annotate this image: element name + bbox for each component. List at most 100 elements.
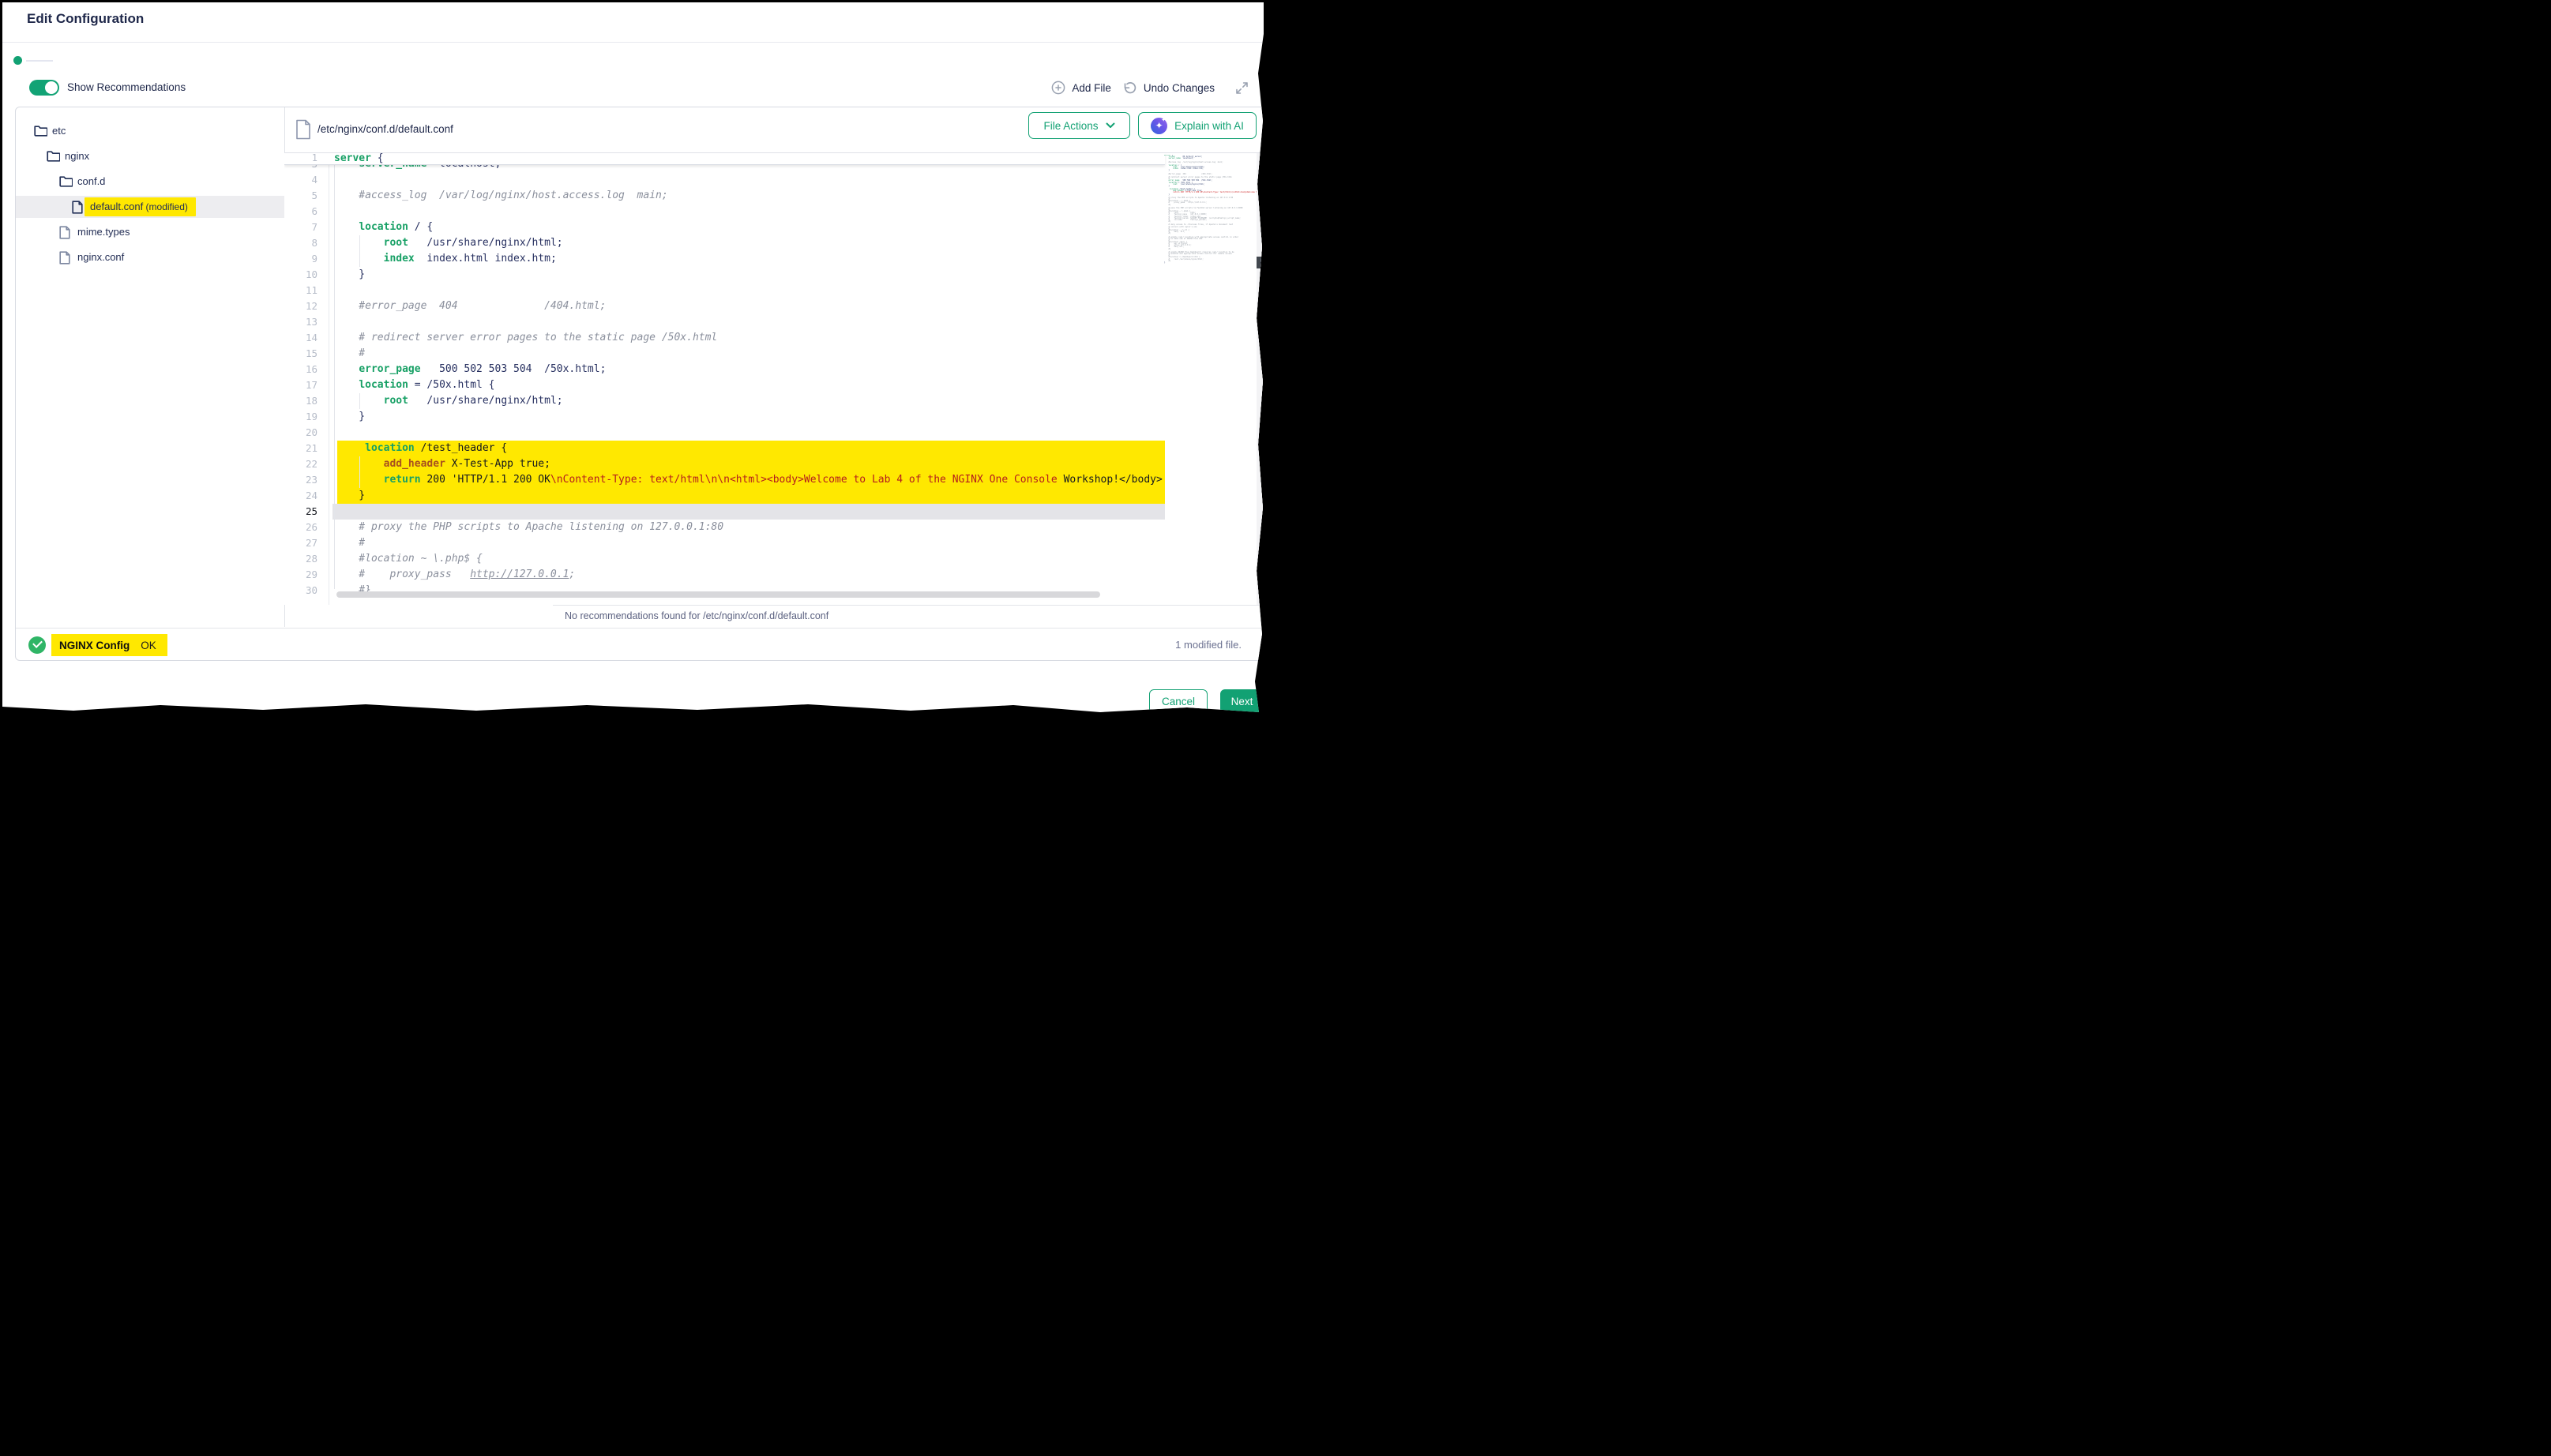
- cancel-button[interactable]: Cancel: [1149, 689, 1208, 712]
- line-number-22: 22: [284, 456, 317, 472]
- undo-changes-button[interactable]: Undo Changes: [1122, 81, 1215, 95]
- tree-item-conf.d[interactable]: conf.d: [16, 171, 284, 193]
- code-line-21[interactable]: 21 location /test_header {: [284, 441, 1264, 456]
- code-line-5[interactable]: 5 #access_log /var/log/nginx/host.access…: [284, 188, 1264, 204]
- code-line-28[interactable]: 28 #location ~ \.php$ {: [284, 551, 1264, 567]
- file-actions-label: File Actions: [1043, 120, 1098, 132]
- step-1-dot: [13, 56, 22, 65]
- code-editor: /etc/nginx/conf.d/default.conf File Acti…: [284, 107, 1264, 627]
- tree-item-label: nginx: [65, 150, 89, 162]
- code-line-25[interactable]: 25: [284, 504, 1264, 520]
- line-number-20: 20: [284, 425, 317, 441]
- vertical-scrollbar[interactable]: [1257, 153, 1264, 605]
- step-connector: [26, 60, 53, 62]
- line-number-30: 30: [284, 583, 317, 599]
- expand-icon: [1235, 81, 1249, 95]
- modified-files-count: 1 modified file.: [1175, 639, 1242, 651]
- code-line-content: return 200 'HTTP/1.1 200 OK\nContent-Typ…: [329, 472, 1170, 488]
- vertical-scrollbar-handle[interactable]: [1257, 257, 1264, 268]
- tree-item-label: mime.types: [77, 226, 130, 238]
- tree-item-nginx[interactable]: nginx: [16, 145, 284, 167]
- horizontal-scrollbar[interactable]: [336, 591, 1100, 598]
- undo-icon: [1122, 81, 1137, 95]
- code-line-6[interactable]: 6: [284, 204, 1264, 220]
- line-number-25: 25: [284, 504, 317, 520]
- code-line-10[interactable]: 10 }: [284, 267, 1264, 283]
- page-title: Edit Configuration: [27, 11, 144, 27]
- file-icon: [295, 119, 311, 140]
- dialog-footer: Cancel Next: [2, 670, 1264, 712]
- code-line-content: location / {: [329, 220, 1170, 235]
- code-line-8[interactable]: 8 root /usr/share/nginx/html;: [284, 235, 1264, 251]
- status-value: OK: [141, 640, 156, 651]
- code-line-content: }: [329, 488, 1170, 504]
- chevron-down-icon: [1106, 122, 1115, 129]
- line-number-21: 21: [284, 441, 317, 456]
- file-header: /etc/nginx/conf.d/default.conf File Acti…: [284, 107, 1264, 153]
- explain-ai-label: Explain with AI: [1174, 120, 1244, 132]
- line-number-19: 19: [284, 409, 317, 425]
- code-line-23[interactable]: 23 return 200 'HTTP/1.1 200 OK\nContent-…: [284, 472, 1264, 488]
- edit-configuration-dialog: Edit Configuration Show Recommendations …: [2, 2, 1264, 712]
- code-line-9[interactable]: 9 index index.html index.htm;: [284, 251, 1264, 267]
- file-tree: etc nginx conf.d default.conf (modified) mim…: [16, 107, 285, 627]
- line-number-23: 23: [284, 472, 317, 488]
- line-number-7: 7: [284, 220, 317, 235]
- sticky-scope-line[interactable]: 1server {: [284, 153, 1165, 165]
- line-number-18: 18: [284, 393, 317, 409]
- code-line-content: root /usr/share/nginx/html;: [329, 235, 1170, 251]
- code-line-content: }: [329, 409, 1170, 425]
- line-number-11: 11: [284, 283, 317, 298]
- next-button[interactable]: Next: [1220, 689, 1264, 712]
- line-number-1: 1: [284, 153, 317, 163]
- code-line-14[interactable]: 14 # redirect server error pages to the …: [284, 330, 1264, 346]
- file-actions-button[interactable]: File Actions: [1028, 112, 1130, 139]
- code-line-11[interactable]: 11: [284, 283, 1264, 298]
- tree-item-label: default.conf (modified): [90, 201, 196, 212]
- show-recommendations-label: Show Recommendations: [67, 81, 186, 93]
- code-line-content: # proxy_pass http://127.0.0.1;: [329, 567, 1170, 583]
- file-icon: [72, 201, 83, 214]
- code-line-12[interactable]: 12 #error_page 404 /404.html;: [284, 298, 1264, 314]
- tree-item-mime.types[interactable]: mime.types: [16, 221, 284, 243]
- code-line-15[interactable]: 15 #: [284, 346, 1264, 362]
- recommendations-note: No recommendations found for /etc/nginx/…: [565, 610, 828, 621]
- code-line-content: #: [329, 535, 1170, 551]
- code-line-content: error_page 500 502 503 504 /50x.html;: [329, 362, 1170, 377]
- line-number-26: 26: [284, 520, 317, 535]
- explain-with-ai-button[interactable]: ✦✦ Explain with AI: [1138, 112, 1257, 139]
- line-number-5: 5: [284, 188, 317, 204]
- minimap[interactable]: server { listen 80 default_server; serve…: [1164, 155, 1257, 281]
- add-file-button[interactable]: Add File: [1051, 81, 1111, 95]
- code-line-16[interactable]: 16 error_page 500 502 503 504 /50x.html;: [284, 362, 1264, 377]
- tree-item-label: conf.d: [77, 175, 105, 187]
- code-line-26[interactable]: 26 # proxy the PHP scripts to Apache lis…: [284, 520, 1264, 535]
- tree-item-label: etc: [52, 125, 66, 137]
- tree-item-nginx.conf[interactable]: nginx.conf: [16, 246, 284, 268]
- file-path: /etc/nginx/conf.d/default.conf: [317, 123, 453, 135]
- code-line-24[interactable]: 24 }: [284, 488, 1264, 504]
- code-line-17[interactable]: 17 location = /50x.html {: [284, 377, 1264, 393]
- show-recommendations-toggle[interactable]: [29, 80, 59, 96]
- code-area[interactable]: 3 server_name localhost;45 #access_log /…: [284, 153, 1264, 605]
- code-line-7[interactable]: 7 location / {: [284, 220, 1264, 235]
- code-line-18[interactable]: 18 root /usr/share/nginx/html;: [284, 393, 1264, 409]
- code-line-content: location = /50x.html {: [329, 377, 1170, 393]
- code-line-29[interactable]: 29 # proxy_pass http://127.0.0.1;: [284, 567, 1264, 583]
- code-line-20[interactable]: 20: [284, 425, 1264, 441]
- tree-item-default.conf[interactable]: default.conf (modified): [16, 196, 284, 218]
- code-line-19[interactable]: 19 }: [284, 409, 1264, 425]
- line-number-4: 4: [284, 172, 317, 188]
- code-line-4[interactable]: 4: [284, 172, 1264, 188]
- code-line-13[interactable]: 13: [284, 314, 1264, 330]
- expand-button[interactable]: [1235, 81, 1249, 95]
- add-file-label: Add File: [1072, 82, 1111, 94]
- file-icon: [59, 226, 70, 239]
- line-number-9: 9: [284, 251, 317, 267]
- code-line-27[interactable]: 27 #: [284, 535, 1264, 551]
- line-number-8: 8: [284, 235, 317, 251]
- code-line-content: }: [329, 267, 1170, 283]
- code-line-22[interactable]: 22 add_header X-Test-App true;: [284, 456, 1264, 472]
- code-line-content: root /usr/share/nginx/html;: [329, 393, 1170, 409]
- tree-item-etc[interactable]: etc: [16, 120, 284, 142]
